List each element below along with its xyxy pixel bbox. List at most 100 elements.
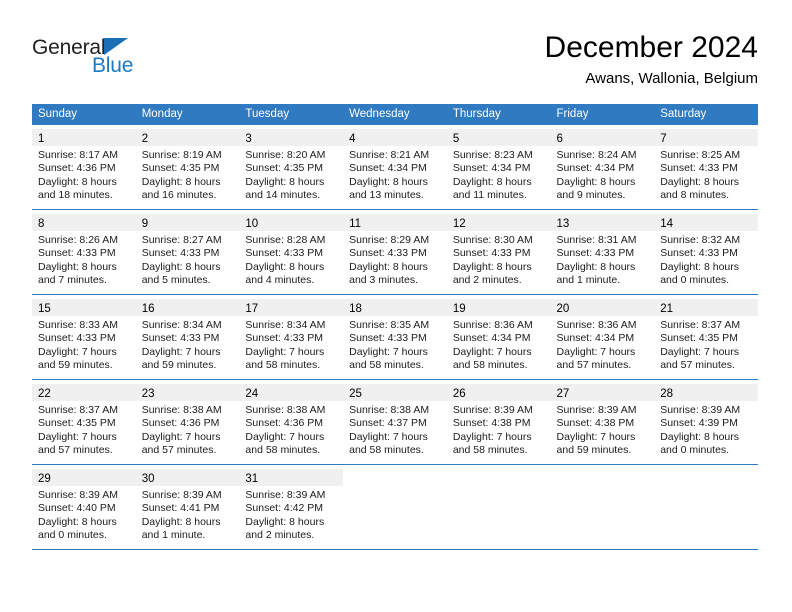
sunrise-time: Sunrise: 8:35 AM — [349, 319, 430, 331]
sunrise-time: Sunrise: 8:37 AM — [660, 319, 741, 331]
day-number: 31 — [245, 473, 259, 485]
day-details: Sunrise: 8:34 AM Sunset: 4:33 PM Daylight:… — [239, 316, 343, 378]
day-details: Sunrise: 8:36 AM Sunset: 4:34 PM Daylight:… — [447, 316, 551, 378]
day-cell-12[interactable]: 12 Sunrise: 8:30 AM Sunset: 4:33 PM Dayligh… — [446, 214, 551, 293]
sunset-time: Sunset: 4:35 PM — [660, 332, 738, 345]
daylight-duration-line1: Daylight: 8 hours — [141, 175, 221, 188]
day-number: 30 — [141, 473, 155, 485]
day-cell-18[interactable]: 18 Sunrise: 8:35 AM Sunset: 4:33 PM Dayligh… — [343, 299, 447, 378]
sunrise-time: Sunrise: 8:38 AM — [349, 404, 430, 416]
day-details: Sunrise: 8:37 AM Sunset: 4:35 PM Daylight:… — [654, 316, 758, 378]
sunset-time: Sunset: 4:39 PM — [660, 417, 738, 430]
day-number: 12 — [452, 218, 466, 230]
day-details: Sunrise: 8:34 AM Sunset: 4:33 PM Daylight:… — [136, 316, 240, 378]
sunset-time: Sunset: 4:35 PM — [38, 417, 116, 430]
day-number-band: 19 — [446, 299, 551, 316]
day-cell-13[interactable]: 13 Sunrise: 8:31 AM Sunset: 4:33 PM Dayligh… — [550, 214, 655, 293]
day-cell-17[interactable]: 17 Sunrise: 8:34 AM Sunset: 4:33 PM Dayligh… — [239, 299, 344, 378]
day-number: 1 — [38, 133, 45, 145]
day-details: Sunrise: 8:23 AM Sunset: 4:34 PM Daylight:… — [447, 146, 551, 208]
weekday-header-saturday: Saturday — [660, 108, 707, 120]
sunrise-time: Sunrise: 8:30 AM — [452, 234, 533, 246]
page-subtitle-location: Awans, Wallonia, Belgium — [585, 70, 758, 87]
daylight-duration-line2: and 59 minutes. — [556, 444, 632, 457]
day-cell-20[interactable]: 20 Sunrise: 8:36 AM Sunset: 4:34 PM Dayligh… — [550, 299, 655, 378]
day-cell-26[interactable]: 26 Sunrise: 8:39 AM Sunset: 4:38 PM Dayligh… — [446, 384, 551, 463]
sunset-time: Sunset: 4:38 PM — [556, 417, 635, 430]
sunrise-time: Sunrise: 8:23 AM — [452, 149, 533, 161]
day-number: 29 — [38, 473, 51, 485]
day-cell-9[interactable]: 9 Sunrise: 8:27 AM Sunset: 4:33 PM Daylight… — [135, 214, 240, 293]
day-number-band: 5 — [446, 129, 551, 146]
day-details: Sunrise: 8:21 AM Sunset: 4:34 PM Daylight:… — [343, 146, 447, 208]
daylight-duration-line2: and 57 minutes. — [556, 359, 632, 372]
day-cell-21[interactable]: 21 Sunrise: 8:37 AM Sunset: 4:35 PM Dayligh… — [654, 299, 758, 378]
day-cell-15[interactable]: 15 Sunrise: 8:33 AM Sunset: 4:33 PM Dayligh… — [32, 299, 136, 378]
day-cell-11[interactable]: 11 Sunrise: 8:29 AM Sunset: 4:33 PM Dayligh… — [343, 214, 447, 293]
day-cell-27[interactable]: 27 Sunrise: 8:39 AM Sunset: 4:38 PM Dayligh… — [550, 384, 655, 463]
day-number: 21 — [660, 303, 674, 315]
calendar-weeks: 1 Sunrise: 8:17 AM Sunset: 4:36 PM Daylight… — [32, 129, 758, 550]
day-cell-6[interactable]: 6 Sunrise: 8:24 AM Sunset: 4:34 PM Daylight… — [550, 129, 655, 208]
day-details: Sunrise: 8:19 AM Sunset: 4:35 PM Daylight:… — [136, 146, 240, 208]
sunset-time: Sunset: 4:33 PM — [141, 332, 220, 345]
daylight-duration-line1: Daylight: 8 hours — [556, 175, 636, 188]
day-number-band — [446, 469, 551, 486]
day-cell-4[interactable]: 4 Sunrise: 8:21 AM Sunset: 4:34 PM Daylight… — [343, 129, 447, 208]
sunset-time: Sunset: 4:36 PM — [245, 417, 324, 430]
day-cell-5[interactable]: 5 Sunrise: 8:23 AM Sunset: 4:34 PM Daylight… — [446, 129, 551, 208]
day-cell-1[interactable]: 1 Sunrise: 8:17 AM Sunset: 4:36 PM Daylight… — [32, 129, 136, 208]
day-number: 9 — [141, 218, 149, 230]
day-cell-23[interactable]: 23 Sunrise: 8:38 AM Sunset: 4:36 PM Dayligh… — [135, 384, 240, 463]
day-cell-30[interactable]: 30 Sunrise: 8:39 AM Sunset: 4:41 PM Dayligh… — [135, 469, 240, 548]
day-cell-19[interactable]: 19 Sunrise: 8:36 AM Sunset: 4:34 PM Dayligh… — [446, 299, 551, 378]
day-cell-10[interactable]: 10 Sunrise: 8:28 AM Sunset: 4:33 PM Dayligh… — [239, 214, 344, 293]
weekday-header-friday: Friday — [556, 108, 589, 120]
daylight-duration-line1: Daylight: 8 hours — [38, 175, 117, 188]
day-cell-8[interactable]: 8 Sunrise: 8:26 AM Sunset: 4:33 PM Daylight… — [32, 214, 136, 293]
day-cell-29[interactable]: 29 Sunrise: 8:39 AM Sunset: 4:40 PM Dayligh… — [32, 469, 136, 548]
sunrise-time: Sunrise: 8:26 AM — [38, 234, 118, 246]
sunset-time: Sunset: 4:35 PM — [245, 162, 324, 175]
day-number: 19 — [452, 303, 466, 315]
daylight-duration-line1: Daylight: 7 hours — [38, 430, 117, 443]
daylight-duration-line2: and 7 minutes. — [38, 274, 107, 287]
calendar-week-row: 15 Sunrise: 8:33 AM Sunset: 4:33 PM Dayligh… — [32, 299, 758, 380]
day-number: 23 — [141, 388, 155, 400]
daylight-duration-line2: and 9 minutes. — [556, 189, 626, 202]
calendar-week-row: 1 Sunrise: 8:17 AM Sunset: 4:36 PM Daylight… — [32, 129, 758, 210]
day-cell-31[interactable]: 31 Sunrise: 8:39 AM Sunset: 4:42 PM Dayligh… — [239, 469, 344, 548]
daylight-duration-line2: and 11 minutes. — [452, 189, 527, 202]
sunrise-time: Sunrise: 8:39 AM — [245, 489, 326, 501]
day-cell-28[interactable]: 28 Sunrise: 8:39 AM Sunset: 4:39 PM Dayligh… — [654, 384, 758, 463]
sunrise-time: Sunrise: 8:37 AM — [38, 404, 118, 416]
page-header: General Blue December 2024 Awans, Wallon… — [0, 0, 792, 98]
daylight-duration-line2: and 3 minutes. — [349, 274, 418, 287]
day-number-band: 30 — [135, 469, 240, 486]
day-cell-25[interactable]: 25 Sunrise: 8:38 AM Sunset: 4:37 PM Dayligh… — [343, 384, 447, 463]
daylight-duration-line1: Daylight: 8 hours — [660, 175, 740, 188]
day-number-band: 26 — [446, 384, 551, 401]
day-cell-2[interactable]: 2 Sunrise: 8:19 AM Sunset: 4:35 PM Daylight… — [135, 129, 240, 208]
day-cell-16[interactable]: 16 Sunrise: 8:34 AM Sunset: 4:33 PM Dayligh… — [135, 299, 240, 378]
sunrise-time: Sunrise: 8:17 AM — [38, 149, 118, 161]
daylight-duration-line2: and 57 minutes. — [660, 359, 735, 372]
day-number-band: 18 — [343, 299, 447, 316]
day-number: 15 — [38, 303, 51, 315]
day-details: Sunrise: 8:26 AM Sunset: 4:33 PM Daylight:… — [32, 231, 136, 293]
day-number: 8 — [38, 218, 45, 230]
day-cell-22[interactable]: 22 Sunrise: 8:37 AM Sunset: 4:35 PM Dayligh… — [32, 384, 136, 463]
sunset-time: Sunset: 4:33 PM — [349, 332, 427, 345]
day-cell-24[interactable]: 24 Sunrise: 8:38 AM Sunset: 4:36 PM Dayligh… — [239, 384, 344, 463]
general-blue-logo: General Blue — [32, 36, 202, 82]
sunrise-time: Sunrise: 8:31 AM — [556, 234, 637, 246]
day-cell-14[interactable]: 14 Sunrise: 8:32 AM Sunset: 4:33 PM Dayligh… — [654, 214, 758, 293]
day-details: Sunrise: 8:29 AM Sunset: 4:33 PM Daylight:… — [343, 231, 447, 293]
sunset-time: Sunset: 4:33 PM — [349, 247, 427, 260]
daylight-duration-line1: Daylight: 7 hours — [349, 430, 428, 443]
weekday-header-row: Sunday Monday Tuesday Wednesday Thursday Frid… — [32, 104, 758, 125]
sunrise-time: Sunrise: 8:39 AM — [38, 489, 118, 501]
day-cell-3[interactable]: 3 Sunrise: 8:20 AM Sunset: 4:35 PM Daylight… — [239, 129, 344, 208]
day-cell-7[interactable]: 7 Sunrise: 8:25 AM Sunset: 4:33 PM Daylight… — [654, 129, 758, 208]
sunrise-time: Sunrise: 8:39 AM — [141, 489, 222, 501]
